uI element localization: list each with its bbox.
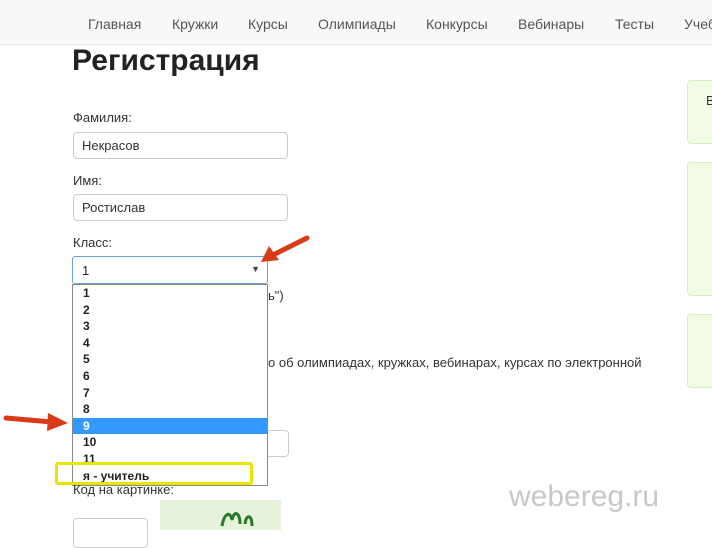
class-option-highlighted[interactable]: 9 bbox=[73, 417, 267, 435]
name-input[interactable] bbox=[73, 194, 288, 221]
aside-card: В bbox=[687, 80, 712, 144]
aside-card-text: В bbox=[706, 93, 712, 108]
class-dropdown-list: 1 2 3 4 5 6 7 8 9 10 11 я - учитель bbox=[72, 284, 268, 486]
nav-item-webinars[interactable]: Вебинары bbox=[518, 16, 584, 32]
top-navigation: Главная Кружки Курсы Олимпиады Конкурсы … bbox=[0, 0, 712, 45]
page-title: Регистрация bbox=[72, 44, 260, 77]
aside-card bbox=[687, 162, 712, 296]
nav-item-contests[interactable]: Конкурсы bbox=[426, 16, 488, 32]
nav-item-home[interactable]: Главная bbox=[88, 16, 141, 32]
hidden-subscribe-text: о об олимпиадах, кружках, вебинарах, кур… bbox=[268, 355, 642, 370]
captcha-input[interactable] bbox=[73, 518, 148, 548]
class-option[interactable]: 4 bbox=[73, 335, 267, 352]
captcha-label: Код на картинке: bbox=[73, 482, 174, 497]
class-option[interactable]: 5 bbox=[73, 351, 267, 368]
nav-item-courses[interactable]: Курсы bbox=[248, 16, 288, 32]
class-select-value: 1 bbox=[82, 263, 90, 278]
surname-label: Фамилия: bbox=[73, 110, 132, 125]
surname-input[interactable] bbox=[73, 132, 288, 159]
nav-item-tests[interactable]: Тесты bbox=[615, 16, 654, 32]
class-label: Класс: bbox=[73, 235, 112, 250]
class-select[interactable]: 1 ▼ bbox=[72, 256, 268, 284]
class-option[interactable]: 1 bbox=[73, 285, 267, 302]
aside-card bbox=[687, 314, 712, 388]
hidden-checkbox-text: ь") bbox=[268, 288, 284, 303]
hidden-input[interactable] bbox=[266, 430, 289, 457]
watermark: webereg.ru bbox=[509, 480, 660, 513]
nav-item-olympiads[interactable]: Олимпиады bbox=[318, 16, 396, 32]
nav-item-study[interactable]: Учеб bbox=[684, 16, 712, 32]
arrow-icon bbox=[3, 413, 68, 431]
nav-item-clubs[interactable]: Кружки bbox=[172, 16, 218, 32]
class-option[interactable]: 8 bbox=[73, 401, 267, 418]
class-option[interactable]: 2 bbox=[73, 302, 267, 319]
arrow-icon bbox=[261, 235, 310, 262]
class-option[interactable]: 3 bbox=[73, 318, 267, 335]
class-option[interactable]: 6 bbox=[73, 368, 267, 385]
name-label: Имя: bbox=[73, 173, 102, 188]
class-option[interactable]: 10 bbox=[73, 434, 267, 451]
class-option[interactable]: 7 bbox=[73, 385, 267, 402]
